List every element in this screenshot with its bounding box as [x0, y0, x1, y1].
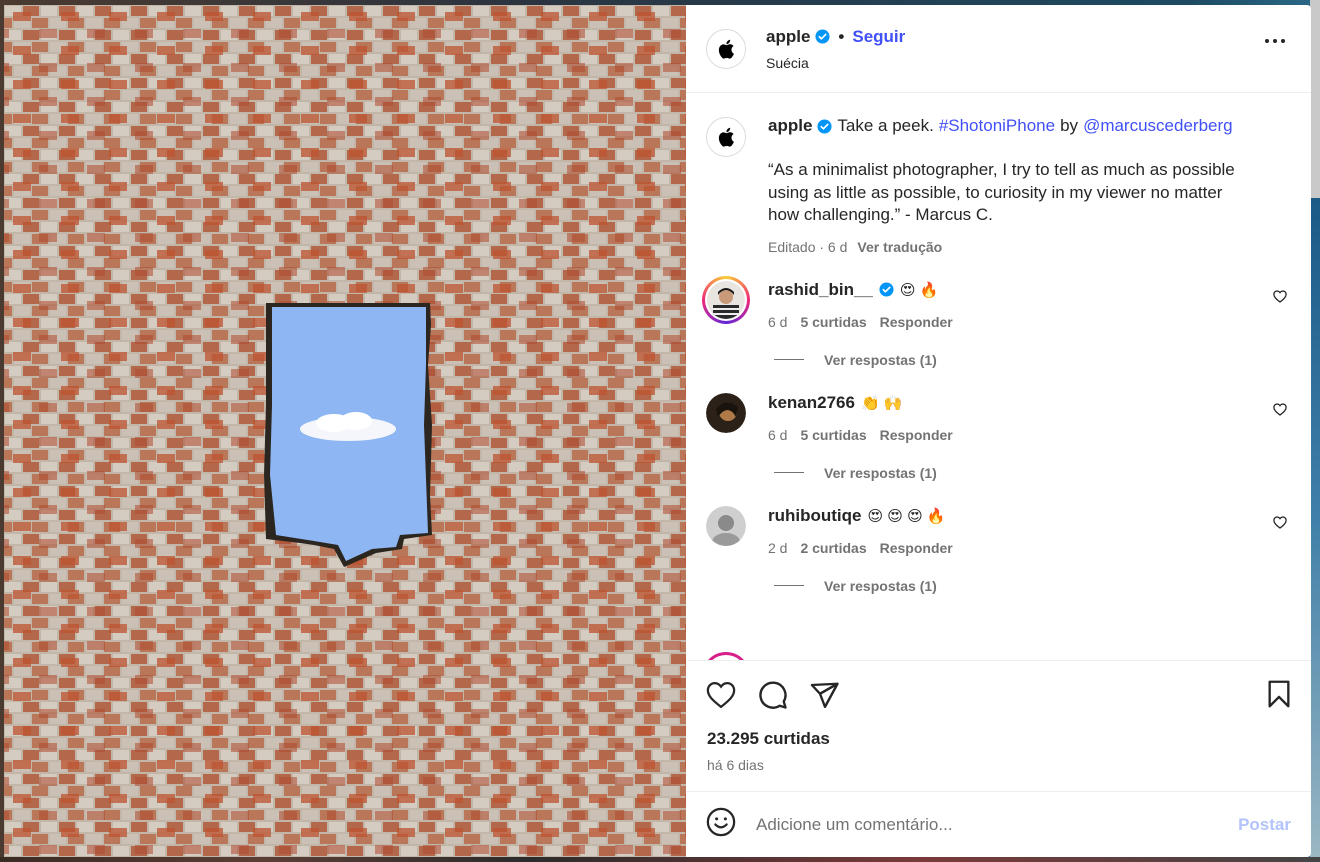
reply-button[interactable]: Responder [880, 540, 953, 556]
add-comment-bar: Adicione um comentário... Postar [686, 791, 1311, 857]
verified-badge-icon [817, 118, 832, 134]
commenter-avatar[interactable] [706, 392, 746, 433]
caption-text: Take a peek. [837, 116, 934, 135]
post-actions [686, 661, 1311, 729]
comment-age: 6 d [768, 313, 788, 330]
apple-logo-icon [718, 127, 734, 147]
caption-edited: Editado · 6 d [768, 238, 848, 255]
comment-text: 😍 😍 😍 🔥 [867, 507, 946, 525]
post-stats: 23.295 curtidas há 6 dias [686, 729, 1311, 773]
view-replies-label: Ver respostas (1) [824, 351, 937, 368]
view-replies-button[interactable]: Ver respostas (1) [774, 465, 1291, 481]
brick-wall-image [4, 5, 686, 857]
comment-item: ruhiboutiqe 😍 😍 😍 🔥 2 d 2 curtidas Respo… [706, 505, 1291, 556]
comment-bubble-icon[interactable] [758, 680, 788, 710]
view-replies-button[interactable]: Ver respostas (1) [774, 578, 1291, 594]
save-bookmark-icon[interactable] [1267, 680, 1291, 713]
apple-avatar[interactable] [706, 28, 746, 69]
post-comment-button[interactable]: Postar [1238, 815, 1291, 835]
comment-username[interactable]: rashid_bin__ [768, 280, 873, 300]
post-panel: apple • Seguir Suécia apple Take a peek.… [686, 5, 1311, 857]
like-comment-heart-icon[interactable] [1273, 289, 1287, 303]
backdrop-feed-edge [1310, 0, 1320, 862]
comment-likes[interactable]: 5 curtidas [800, 427, 866, 443]
post-time[interactable]: há 6 dias [707, 757, 1290, 773]
follow-button[interactable]: Seguir [852, 27, 905, 47]
like-comment-heart-icon[interactable] [1273, 402, 1287, 416]
comment-likes[interactable]: 5 curtidas [800, 314, 866, 330]
view-replies-label: Ver respostas (1) [824, 464, 937, 481]
apple-logo-icon [718, 39, 734, 59]
post-caption: apple Take a peek. #ShotoniPhone by @mar… [706, 93, 1291, 258]
caption-hashtag[interactable]: #ShotoniPhone [939, 115, 1055, 137]
comments-section[interactable]: apple Take a peek. #ShotoniPhone by @mar… [686, 93, 1311, 661]
comment-text: 😍 🔥 [899, 281, 939, 299]
comment-age: 2 d [768, 539, 788, 556]
comment-text: 👏 🙌 [860, 394, 903, 412]
comment-input[interactable]: Adicione um comentário... [756, 815, 953, 835]
post-header: apple • Seguir Suécia [686, 5, 1311, 93]
like-comment-heart-icon[interactable] [1273, 515, 1287, 529]
comment-username[interactable]: ruhiboutiqe [768, 506, 861, 526]
post-modal: apple • Seguir Suécia apple Take a peek.… [4, 5, 1311, 857]
commenter-avatar [707, 280, 745, 319]
more-options-icon[interactable] [1265, 39, 1285, 43]
backdrop-feed-bottom [0, 857, 1320, 862]
post-photo [4, 5, 686, 857]
comment-age: 6 d [768, 426, 788, 443]
caption-mention[interactable]: @marcuscederberg [1083, 115, 1233, 137]
verified-badge-icon [879, 282, 894, 297]
like-heart-icon[interactable] [706, 681, 736, 709]
comment-username[interactable]: kenan2766 [768, 393, 855, 413]
caption-avatar[interactable] [706, 117, 746, 157]
caption-by: by [1060, 116, 1079, 135]
comment-item: rashid_bin__ 😍 🔥 6 d 5 curtidas Responde… [702, 275, 1291, 330]
verified-badge-icon [815, 29, 830, 44]
reply-button[interactable]: Responder [880, 314, 953, 330]
caption-quote: “As a minimalist photographer, I try to … [768, 160, 1235, 224]
comment-item: kenan2766 👏 🙌 6 d 5 curtidas Responder [706, 392, 1291, 443]
view-replies-label: Ver respostas (1) [824, 577, 937, 594]
reply-button[interactable]: Responder [880, 427, 953, 443]
view-replies-button[interactable]: Ver respostas (1) [774, 352, 1291, 368]
share-paper-plane-icon[interactable] [810, 681, 840, 709]
caption-username[interactable]: apple [768, 115, 812, 137]
header-separator: • [838, 26, 845, 46]
translate-button[interactable]: Ver tradução [857, 236, 942, 258]
likes-count[interactable]: 23.295 curtidas [707, 729, 1290, 749]
post-location[interactable]: Suécia [766, 55, 905, 71]
story-ring[interactable] [702, 275, 750, 324]
next-comment-avatar-ring [702, 652, 750, 660]
header-username[interactable]: apple [766, 27, 810, 47]
emoji-picker-icon[interactable] [706, 807, 736, 842]
commenter-avatar[interactable] [706, 505, 746, 546]
comment-likes[interactable]: 2 curtidas [800, 540, 866, 556]
